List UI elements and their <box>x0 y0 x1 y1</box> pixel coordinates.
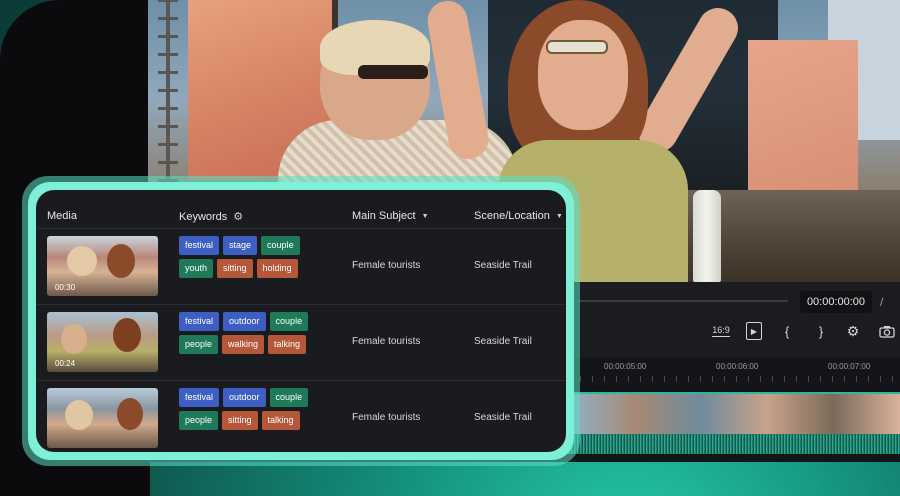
thumbnail-duration: 00:24 <box>55 359 76 368</box>
video-clip[interactable] <box>568 392 900 434</box>
keyword-tags: festival outdoor couple people walking t… <box>179 312 329 354</box>
media-table-header: Media Keywords ⚙ Main Subject ▼ Scene/Lo… <box>36 204 566 228</box>
settings-icon[interactable]: ⚙ <box>844 322 862 340</box>
keyword-tags: festival stage couple youth sitting hold… <box>179 236 329 278</box>
aspect-ratio-label: 16:9 <box>712 325 730 337</box>
keyword-tag[interactable]: outdoor <box>223 388 266 407</box>
scene-location-cell: Seaside Trail <box>474 412 532 423</box>
ruler-label: 00:00:06:00 <box>716 362 759 371</box>
keyword-tag[interactable]: sitting <box>222 411 258 430</box>
keyword-tags: festival outdoor couple people sitting t… <box>179 388 329 430</box>
media-thumbnail[interactable]: 00:24 <box>47 312 158 372</box>
keyword-tag[interactable]: talking <box>268 335 307 354</box>
play-icon[interactable]: ▶ <box>746 322 762 340</box>
bottle-image <box>693 190 721 282</box>
timecode-separator: / <box>880 295 884 309</box>
column-keywords-label: Keywords <box>179 210 228 223</box>
snapshot-icon[interactable] <box>878 322 896 340</box>
column-main-subject[interactable]: Main Subject ▼ <box>352 210 429 222</box>
media-thumbnail[interactable]: 00:30 <box>47 236 158 296</box>
column-media-label: Media <box>47 210 77 222</box>
media-row[interactable]: 00:30 festival stage couple youth sittin… <box>36 228 566 304</box>
main-subject-cell: Female tourists <box>352 336 421 347</box>
media-thumbnail[interactable] <box>47 388 158 448</box>
keyword-tag[interactable]: couple <box>269 312 309 331</box>
column-keywords[interactable]: Keywords ⚙ <box>179 210 243 224</box>
keyword-tag[interactable]: outdoor <box>223 312 266 331</box>
ruler-label: 00:00:07:00 <box>828 362 871 371</box>
sort-caret-icon[interactable]: ▼ <box>422 213 429 220</box>
column-scene-location[interactable]: Scene/Location ▼ <box>474 210 563 222</box>
keyword-tag[interactable]: couple <box>261 236 300 255</box>
sort-caret-icon[interactable]: ▼ <box>556 213 563 220</box>
keyword-tag[interactable]: couple <box>269 388 309 407</box>
keyword-tag[interactable]: festival <box>179 236 220 255</box>
keyword-tag[interactable]: walking <box>222 335 265 354</box>
keyword-tag[interactable]: sitting <box>217 259 253 278</box>
keyword-tag[interactable]: holding <box>256 259 298 278</box>
timecode-display: 00:00:00:00 <box>800 291 872 313</box>
thumbnail-duration: 00:30 <box>55 283 76 292</box>
keyword-tag[interactable]: festival <box>179 312 220 331</box>
keyword-tag[interactable]: festival <box>179 388 220 407</box>
ruler-label: 00:00:05:00 <box>604 362 647 371</box>
scaffold-image <box>158 0 178 200</box>
keyword-tag[interactable]: youth <box>179 259 214 278</box>
column-scene-location-label: Scene/Location <box>474 210 550 222</box>
aspect-ratio-icon[interactable]: 16:9 <box>710 322 732 340</box>
main-subject-cell: Female tourists <box>352 260 421 271</box>
column-main-subject-label: Main Subject <box>352 210 416 222</box>
playback-scrubber[interactable] <box>578 300 788 302</box>
keywords-settings-icon[interactable]: ⚙ <box>233 210 243 223</box>
mark-in-icon[interactable]: { <box>780 322 794 340</box>
mark-out-icon[interactable]: } <box>814 322 828 340</box>
scene-location-cell: Seaside Trail <box>474 336 532 347</box>
audio-waveform[interactable] <box>568 434 900 454</box>
column-media[interactable]: Media <box>47 210 77 222</box>
main-subject-cell: Female tourists <box>352 412 421 423</box>
scene-location-cell: Seaside Trail <box>474 260 532 271</box>
media-panel: Media Keywords ⚙ Main Subject ▼ Scene/Lo… <box>36 190 566 452</box>
keyword-tag[interactable]: talking <box>261 411 300 430</box>
keyword-tag[interactable]: people <box>179 335 219 354</box>
media-row[interactable]: festival outdoor couple people sitting t… <box>36 380 566 452</box>
keyword-tag[interactable]: stage <box>223 236 258 255</box>
keyword-tag[interactable]: people <box>179 411 219 430</box>
media-row[interactable]: 00:24 festival outdoor couple people wal… <box>36 304 566 380</box>
